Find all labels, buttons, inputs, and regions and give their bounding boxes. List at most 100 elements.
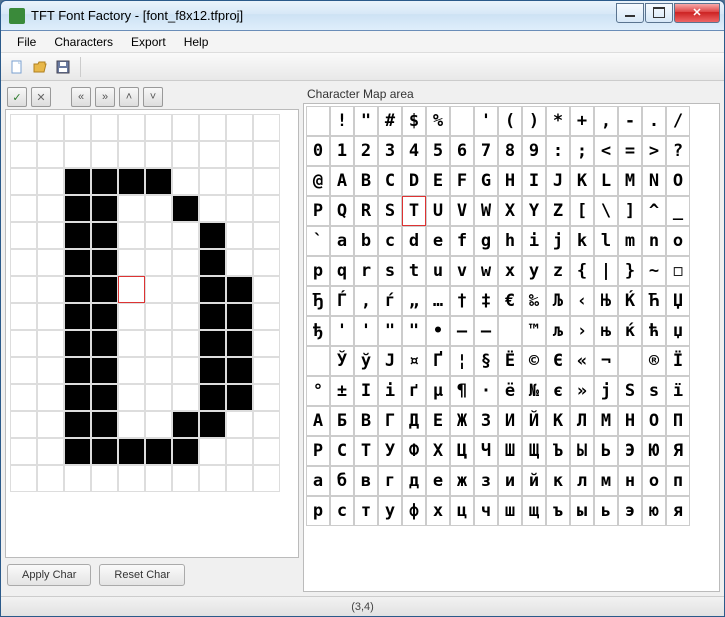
maximize-button[interactable] <box>645 3 673 23</box>
charmap-cell[interactable]: з <box>474 466 498 496</box>
charmap-cell[interactable]: ; <box>570 136 594 166</box>
nav-last-button[interactable]: » <box>95 87 115 107</box>
charmap-cell[interactable]: 1 <box>330 136 354 166</box>
charmap-cell[interactable]: } <box>618 256 642 286</box>
charmap-cell[interactable]: ў <box>354 346 378 376</box>
pixel-cell[interactable] <box>10 357 37 384</box>
charmap-cell[interactable]: В <box>354 406 378 436</box>
charmap-cell[interactable]: ћ <box>642 316 666 346</box>
pixel-cell[interactable] <box>253 411 280 438</box>
new-file-icon[interactable] <box>7 57 27 77</box>
charmap-cell[interactable]: ф <box>402 496 426 526</box>
charmap-cell[interactable]: Ј <box>378 346 402 376</box>
charmap-cell[interactable]: Ѕ <box>618 376 642 406</box>
charmap-cell[interactable]: к <box>546 466 570 496</box>
pixel-cell[interactable] <box>91 195 118 222</box>
charmap-cell[interactable]: Р <box>306 436 330 466</box>
pixel-cell[interactable] <box>10 276 37 303</box>
charmap-cell[interactable]: э <box>618 496 642 526</box>
charmap-cell[interactable]: ё <box>498 376 522 406</box>
charmap-cell[interactable]: е <box>426 466 450 496</box>
charmap-cell[interactable]: # <box>378 106 402 136</box>
charmap-cell[interactable]: Н <box>618 406 642 436</box>
pixel-cell[interactable] <box>10 384 37 411</box>
charmap-cell[interactable]: V <box>450 196 474 226</box>
charmap-cell[interactable]: E <box>426 166 450 196</box>
charmap-cell[interactable]: ђ <box>306 316 330 346</box>
charmap-cell[interactable]: Ў <box>330 346 354 376</box>
charmap-cell[interactable]: … <box>426 286 450 316</box>
charmap-cell[interactable]: ) <box>522 106 546 136</box>
pixel-cell[interactable] <box>64 303 91 330</box>
pixel-cell[interactable] <box>10 465 37 492</box>
pixel-cell[interactable] <box>199 303 226 330</box>
pixel-cell[interactable] <box>37 141 64 168</box>
minimize-button[interactable] <box>616 3 644 23</box>
charmap-cell[interactable]: — <box>474 316 498 346</box>
charmap-cell[interactable] <box>498 316 522 346</box>
open-folder-icon[interactable] <box>30 57 50 77</box>
charmap-cell[interactable]: = <box>618 136 642 166</box>
pixel-cell[interactable] <box>172 114 199 141</box>
charmap-cell[interactable]: – <box>450 316 474 346</box>
charmap-cell[interactable]: ± <box>330 376 354 406</box>
charmap-cell[interactable]: \ <box>594 196 618 226</box>
charmap[interactable]: !"#$%'()*+,-./0123456789:;<=>?@ABCDEFGHI… <box>303 103 720 592</box>
charmap-cell[interactable]: o <box>666 226 690 256</box>
nav-up-button[interactable]: ˄ <box>119 87 139 107</box>
charmap-cell[interactable]: 5 <box>426 136 450 166</box>
charmap-cell[interactable]: І <box>354 376 378 406</box>
pixel-cell[interactable] <box>118 141 145 168</box>
charmap-cell[interactable]: ( <box>498 106 522 136</box>
charmap-cell[interactable]: R <box>354 196 378 226</box>
charmap-cell[interactable]: д <box>402 466 426 496</box>
charmap-cell[interactable]: Щ <box>522 436 546 466</box>
charmap-cell[interactable]: њ <box>594 316 618 346</box>
pixel-cell[interactable] <box>253 465 280 492</box>
charmap-cell[interactable]: t <box>402 256 426 286</box>
charmap-cell[interactable]: P <box>306 196 330 226</box>
charmap-cell[interactable]: • <box>426 316 450 346</box>
pixel-cell[interactable] <box>199 195 226 222</box>
charmap-cell[interactable]: s <box>378 256 402 286</box>
reset-char-button[interactable]: Reset Char <box>99 564 185 586</box>
pixel-cell[interactable] <box>172 438 199 465</box>
charmap-cell[interactable]: ◻ <box>666 256 690 286</box>
charmap-cell[interactable]: ] <box>618 196 642 226</box>
charmap-cell[interactable]: ‡ <box>474 286 498 316</box>
charmap-cell[interactable]: а <box>306 466 330 496</box>
charmap-cell[interactable]: М <box>594 406 618 436</box>
charmap-cell[interactable]: 4 <box>402 136 426 166</box>
charmap-cell[interactable]: Ё <box>498 346 522 376</box>
apply-char-button[interactable]: Apply Char <box>7 564 91 586</box>
pixel-cell[interactable] <box>226 357 253 384</box>
pixel-cell[interactable] <box>64 114 91 141</box>
charmap-cell[interactable]: Б <box>330 406 354 436</box>
pixel-cell[interactable] <box>64 276 91 303</box>
charmap-cell[interactable]: и <box>498 466 522 496</box>
pixel-cell[interactable] <box>64 357 91 384</box>
charmap-cell[interactable]: ™ <box>522 316 546 346</box>
charmap-cell[interactable]: ^ <box>642 196 666 226</box>
charmap-cell[interactable]: щ <box>522 496 546 526</box>
charmap-cell[interactable]: ж <box>450 466 474 496</box>
charmap-cell[interactable]: 9 <box>522 136 546 166</box>
pixel-cell[interactable] <box>64 195 91 222</box>
pixel-cell[interactable] <box>64 330 91 357</box>
charmap-cell[interactable]: й <box>522 466 546 496</box>
charmap-cell[interactable]: К <box>546 406 570 436</box>
pixel-cell[interactable] <box>145 222 172 249</box>
pixel-cell[interactable] <box>10 438 37 465</box>
charmap-cell[interactable]: ю <box>642 496 666 526</box>
charmap-cell[interactable]: @ <box>306 166 330 196</box>
charmap-cell[interactable]: b <box>354 226 378 256</box>
charmap-cell[interactable]: ц <box>450 496 474 526</box>
pixel-cell[interactable] <box>145 384 172 411</box>
pixel-cell[interactable] <box>253 249 280 276</box>
pixel-cell[interactable] <box>253 141 280 168</box>
charmap-cell[interactable]: f <box>450 226 474 256</box>
pixel-cell[interactable] <box>10 114 37 141</box>
charmap-cell[interactable]: И <box>498 406 522 436</box>
charmap-cell[interactable]: c <box>378 226 402 256</box>
charmap-cell[interactable]: © <box>522 346 546 376</box>
